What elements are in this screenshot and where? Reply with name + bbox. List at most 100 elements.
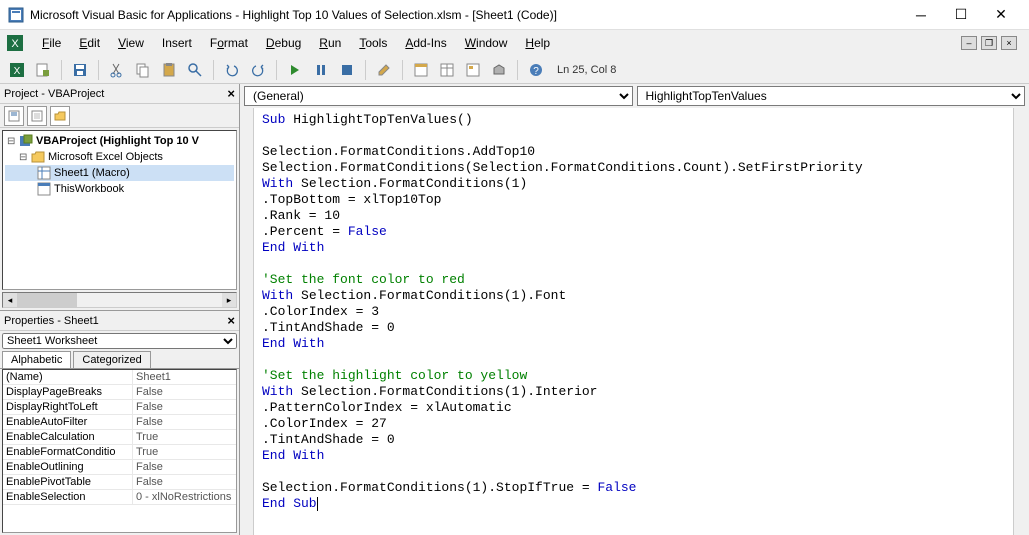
property-row[interactable]: EnablePivotTableFalse bbox=[3, 475, 236, 490]
paste-button[interactable] bbox=[158, 59, 180, 81]
project-icon bbox=[19, 134, 33, 148]
project-explorer-button[interactable] bbox=[410, 59, 432, 81]
menu-tools[interactable]: Tools bbox=[351, 33, 395, 53]
close-button[interactable]: ✕ bbox=[981, 1, 1021, 29]
tree-thisworkbook[interactable]: ThisWorkbook bbox=[5, 181, 234, 197]
property-row[interactable]: DisplayRightToLeftFalse bbox=[3, 400, 236, 415]
mdi-close[interactable]: × bbox=[1001, 36, 1017, 50]
project-pane-title: Project - VBAProject bbox=[4, 88, 104, 100]
tree-sheet1[interactable]: Sheet1 (Macro) bbox=[5, 165, 234, 181]
view-object-button[interactable] bbox=[27, 106, 47, 126]
project-pane-close[interactable]: × bbox=[227, 86, 235, 101]
mdi-buttons: – ❐ × bbox=[961, 36, 1023, 50]
menu-view[interactable]: View bbox=[110, 33, 152, 53]
svg-text:X: X bbox=[11, 38, 19, 50]
property-row[interactable]: EnableSelection0 - xlNoRestrictions bbox=[3, 490, 236, 505]
folder-icon bbox=[31, 150, 45, 164]
collapse-icon[interactable]: ⊟ bbox=[19, 152, 31, 163]
object-dropdown[interactable]: (General) bbox=[244, 86, 633, 106]
property-row[interactable]: EnableOutliningFalse bbox=[3, 460, 236, 475]
tab-categorized[interactable]: Categorized bbox=[73, 351, 150, 368]
view-code-button[interactable] bbox=[4, 106, 24, 126]
menu-help[interactable]: Help bbox=[517, 33, 558, 53]
object-browser-button[interactable] bbox=[462, 59, 484, 81]
mdi-restore[interactable]: ❐ bbox=[981, 36, 997, 50]
menu-window[interactable]: Window bbox=[457, 33, 516, 53]
project-pane-toolbar bbox=[0, 104, 239, 128]
menu-addins[interactable]: Add-Ins bbox=[397, 33, 454, 53]
project-pane-header: Project - VBAProject × bbox=[0, 84, 239, 104]
property-row[interactable]: EnableCalculationTrue bbox=[3, 430, 236, 445]
left-pane: Project - VBAProject × ⊟ VBAProject (Hig… bbox=[0, 84, 240, 535]
svg-text:?: ? bbox=[533, 66, 539, 77]
toolbar-sep bbox=[276, 60, 277, 80]
project-root-label: VBAProject (Highlight Top 10 V bbox=[36, 135, 199, 147]
window-title: Microsoft Visual Basic for Applications … bbox=[30, 8, 901, 22]
minimize-button[interactable]: ─ bbox=[901, 1, 941, 29]
redo-button[interactable] bbox=[247, 59, 269, 81]
menu-run[interactable]: Run bbox=[311, 33, 349, 53]
menubar: X File Edit View Insert Format Debug Run… bbox=[0, 30, 1029, 56]
project-tree[interactable]: ⊟ VBAProject (Highlight Top 10 V ⊟ Micro… bbox=[2, 130, 237, 290]
mdi-minimize[interactable]: – bbox=[961, 36, 977, 50]
toggle-folders-button[interactable] bbox=[50, 106, 70, 126]
scroll-left-icon[interactable]: ◂ bbox=[3, 293, 17, 307]
toolbar-sep bbox=[213, 60, 214, 80]
menu-insert[interactable]: Insert bbox=[154, 33, 200, 53]
find-button[interactable] bbox=[184, 59, 206, 81]
property-row[interactable]: (Name)Sheet1 bbox=[3, 370, 236, 385]
properties-grid[interactable]: (Name)Sheet1 DisplayPageBreaksFalse Disp… bbox=[2, 369, 237, 533]
scroll-right-icon[interactable]: ▸ bbox=[222, 293, 236, 307]
code-area: (General) HighlightTopTenValues Sub High… bbox=[240, 84, 1029, 535]
code-editor[interactable]: Sub HighlightTopTenValues() Selection.Fo… bbox=[254, 108, 1013, 535]
insert-item-button[interactable] bbox=[32, 59, 54, 81]
properties-pane: Properties - Sheet1 × Sheet1 Worksheet A… bbox=[0, 310, 239, 535]
reset-button[interactable] bbox=[336, 59, 358, 81]
menu-debug[interactable]: Debug bbox=[258, 33, 309, 53]
toolbar-sep bbox=[402, 60, 403, 80]
window-buttons: ─ ☐ ✕ bbox=[901, 1, 1021, 29]
properties-window-button[interactable] bbox=[436, 59, 458, 81]
excel-view-button[interactable]: X bbox=[6, 59, 28, 81]
properties-object-select[interactable]: Sheet1 Worksheet bbox=[2, 333, 237, 349]
sheet-icon bbox=[37, 166, 51, 180]
maximize-button[interactable]: ☐ bbox=[941, 1, 981, 29]
cut-button[interactable] bbox=[106, 59, 128, 81]
code-vscroll[interactable] bbox=[1013, 108, 1029, 535]
titlebar: Microsoft Visual Basic for Applications … bbox=[0, 0, 1029, 30]
property-row[interactable]: DisplayPageBreaksFalse bbox=[3, 385, 236, 400]
design-mode-button[interactable] bbox=[373, 59, 395, 81]
menu-format[interactable]: Format bbox=[202, 33, 256, 53]
collapse-icon[interactable]: ⊟ bbox=[7, 136, 19, 147]
text-cursor bbox=[317, 497, 318, 511]
workbook-icon bbox=[37, 182, 51, 196]
run-button[interactable] bbox=[284, 59, 306, 81]
tree-folder[interactable]: ⊟ Microsoft Excel Objects bbox=[5, 149, 234, 165]
cursor-position: Ln 25, Col 8 bbox=[557, 64, 616, 76]
menu-edit[interactable]: Edit bbox=[71, 33, 108, 53]
properties-pane-close[interactable]: × bbox=[227, 313, 235, 328]
main-area: Project - VBAProject × ⊟ VBAProject (Hig… bbox=[0, 84, 1029, 535]
toolbar-sep bbox=[98, 60, 99, 80]
excel-icon[interactable]: X bbox=[6, 34, 24, 52]
tree-sheet1-label: Sheet1 (Macro) bbox=[54, 167, 130, 179]
break-button[interactable] bbox=[310, 59, 332, 81]
tree-project-root[interactable]: ⊟ VBAProject (Highlight Top 10 V bbox=[5, 133, 234, 149]
scroll-thumb[interactable] bbox=[17, 293, 77, 307]
save-button[interactable] bbox=[69, 59, 91, 81]
code-margin bbox=[240, 108, 254, 535]
properties-pane-header: Properties - Sheet1 × bbox=[0, 311, 239, 331]
menu-file[interactable]: File bbox=[34, 33, 69, 53]
project-hscroll[interactable]: ◂ ▸ bbox=[2, 292, 237, 308]
copy-button[interactable] bbox=[132, 59, 154, 81]
property-row[interactable]: EnableAutoFilterFalse bbox=[3, 415, 236, 430]
code-dropdowns: (General) HighlightTopTenValues bbox=[240, 84, 1029, 108]
properties-pane-title: Properties - Sheet1 bbox=[4, 315, 99, 327]
tab-alphabetic[interactable]: Alphabetic bbox=[2, 351, 71, 368]
help-button[interactable]: ? bbox=[525, 59, 547, 81]
tree-folder-label: Microsoft Excel Objects bbox=[48, 151, 163, 163]
property-row[interactable]: EnableFormatConditioTrue bbox=[3, 445, 236, 460]
procedure-dropdown[interactable]: HighlightTopTenValues bbox=[637, 86, 1026, 106]
toolbox-button[interactable] bbox=[488, 59, 510, 81]
undo-button[interactable] bbox=[221, 59, 243, 81]
